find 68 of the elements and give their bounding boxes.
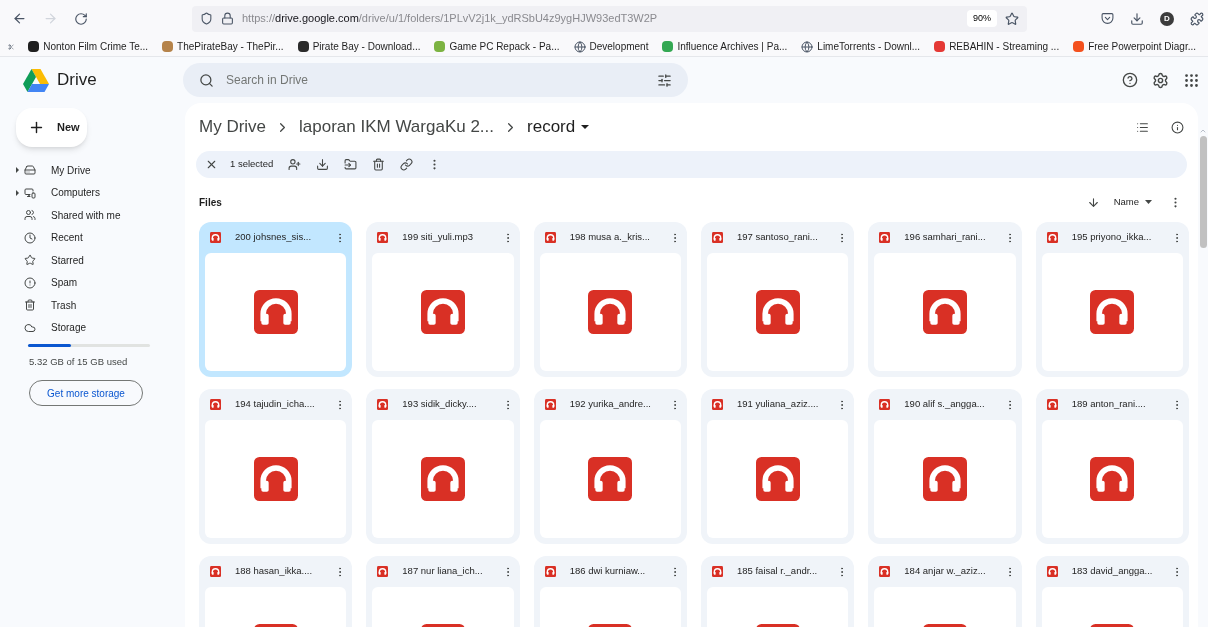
bookmark[interactable]: Influence Archives | Pa...	[658, 39, 792, 54]
file-name: 191 yuliana_aziz....	[737, 397, 820, 412]
file-card[interactable]: 192 yurika_andre...	[533, 389, 687, 544]
file-name: 193 sidik_dicky....	[402, 397, 478, 412]
file-name: 192 yurika_andre...	[569, 397, 652, 412]
bookmark[interactable]: Game PC Repack - Pa...	[430, 39, 564, 54]
file-card[interactable]: 186 dwi kurniaw...	[533, 556, 687, 627]
bookmark[interactable]: LimeTorrents - Downl...	[797, 39, 925, 54]
section-title: Files	[199, 195, 222, 210]
file-name: 190 alif s._angga...	[904, 397, 986, 412]
file-card[interactable]: 199 siti_yuli.mp3	[366, 222, 520, 377]
breadcrumb-item[interactable]: record	[527, 114, 590, 140]
file-card[interactable]: 194 tajudin_icha....	[199, 389, 353, 544]
file-card[interactable]: 187 nur liana_ich...	[366, 556, 520, 627]
file-card[interactable]: 184 anjar w._aziz...	[868, 556, 1022, 627]
bookmark[interactable]: Pirate Bay - Download...	[293, 39, 425, 54]
file-card[interactable]: 195 priyono_ikka...	[1035, 222, 1189, 377]
file-card[interactable]: 198 musa a._kris...	[533, 222, 687, 377]
address-bar[interactable]: https://drive.google.com/drive/u/1/folders/1PLvV2j1k_ydRSbU4z9ygHJW93edT3W2P 90%	[192, 5, 1027, 32]
sidebar-item[interactable]: Computers	[16, 181, 177, 204]
file-name: 188 hasan_ikka....	[235, 564, 314, 579]
file-name: 187 nur liana_ich...	[402, 564, 484, 579]
file-name: 183 david_angga...	[1071, 564, 1154, 579]
sidebar-item[interactable]: Trash	[16, 294, 177, 317]
sidebar-item[interactable]: Recent	[16, 226, 177, 249]
file-card[interactable]: 183 david_angga...	[1035, 556, 1189, 627]
selection-count: 1 selected	[230, 157, 274, 172]
file-name: 185 faisal r._andr...	[737, 564, 819, 579]
file-card[interactable]: 197 santoso_rani...	[701, 222, 855, 377]
sidebar-item[interactable]: Shared with me	[16, 204, 177, 227]
profile-avatar[interactable]: D	[1160, 11, 1174, 26]
sidebar-item[interactable]: Starred	[16, 249, 177, 272]
file-card[interactable]: 190 alif s._angga...	[868, 389, 1022, 544]
file-card[interactable]: 189 anton_rani....	[1035, 389, 1189, 544]
new-button[interactable]: New	[16, 108, 87, 147]
sidebar-item[interactable]: Spam	[16, 271, 177, 294]
file-card[interactable]: 193 sidik_dicky....	[366, 389, 520, 544]
file-name: 198 musa a._kris...	[569, 230, 651, 245]
file-card[interactable]: 191 yuliana_aziz....	[701, 389, 855, 544]
file-name: 200 johsnes_sis...	[235, 230, 313, 245]
file-name: 189 anton_rani....	[1071, 397, 1147, 412]
file-card[interactable]: 200 johsnes_sis...	[199, 222, 353, 377]
search-input[interactable]: Search in Drive	[226, 71, 645, 89]
bookmark[interactable]: Free Powerpoint Diagr...	[1069, 39, 1200, 54]
file-name: 199 siti_yuli.mp3	[402, 230, 475, 245]
file-name: 196 samhari_rani...	[904, 230, 987, 245]
bookmark[interactable]: REBAHIN - Streaming ...	[930, 39, 1064, 54]
file-card[interactable]: 185 faisal r._andr...	[701, 556, 855, 627]
url-text: https://drive.google.com/drive/u/1/folders/1PLvV2j1k_ydRSbU4z9ygHJW93edT3W2P	[242, 11, 658, 27]
file-card[interactable]: 196 samhari_rani...	[868, 222, 1022, 377]
app-name[interactable]: Drive	[57, 67, 97, 93]
zoom-badge[interactable]: 90%	[967, 9, 997, 28]
breadcrumb-item[interactable]: My Drive	[199, 114, 267, 140]
bookmark[interactable]: ThePirateBay - ThePir...	[158, 39, 288, 54]
search-bar[interactable]: Search in Drive	[183, 63, 688, 97]
sort-button[interactable]: Name	[1113, 194, 1152, 210]
file-name: 197 santoso_rani...	[737, 230, 819, 245]
sidebar-item[interactable]: My Drive	[16, 159, 177, 182]
storage-usage: 5.32 GB of 15 GB used	[29, 355, 129, 369]
sidebar-item[interactable]: Storage	[16, 316, 177, 339]
bookmark[interactable]: Nonton Film Crime Te...	[24, 39, 153, 54]
file-card[interactable]: 188 hasan_ikka....	[199, 556, 353, 627]
file-name: 195 priyono_ikka...	[1071, 230, 1153, 245]
file-name: 186 dwi kurniaw...	[569, 564, 647, 579]
breadcrumb-item[interactable]: laporan IKM WargaKu 2...	[299, 114, 495, 140]
file-name: 184 anjar w._aziz...	[904, 564, 987, 579]
file-name: 194 tajudin_icha....	[235, 397, 316, 412]
bookmark[interactable]: Development	[569, 39, 653, 54]
